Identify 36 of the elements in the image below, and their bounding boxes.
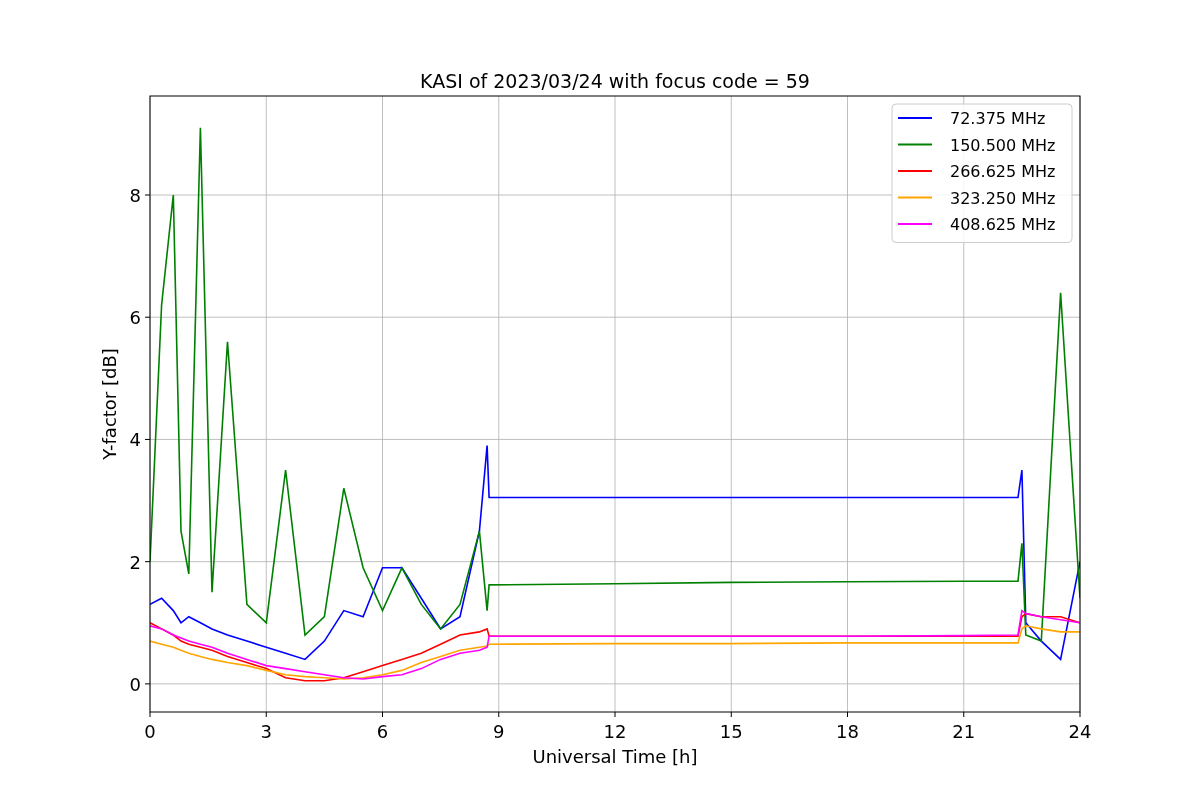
tick-mark — [144, 683, 151, 685]
legend-label: 266.625 MHz — [950, 162, 1056, 181]
tick-mark — [265, 711, 267, 718]
tick-mark — [730, 711, 732, 718]
tick-mark — [847, 711, 848, 718]
x-tick-label: 12 — [603, 721, 627, 742]
x-tick-label: 3 — [260, 721, 272, 742]
tick-mark — [144, 194, 151, 196]
tick-mark — [144, 561, 151, 563]
x-tick-label: 9 — [493, 721, 505, 742]
x-tick-label: 21 — [952, 721, 976, 742]
tick-mark — [1079, 711, 1081, 718]
tick-mark — [963, 711, 965, 718]
y-tick-label: 8 — [129, 185, 141, 206]
x-tick-label: 18 — [836, 721, 859, 742]
x-tick-label: 6 — [376, 721, 389, 742]
y-tick-label: 6 — [129, 307, 141, 329]
x-tick-label: 0 — [144, 721, 156, 742]
tick-mark — [149, 711, 151, 718]
tick-mark — [144, 438, 151, 440]
x-tick-label: 15 — [719, 721, 743, 742]
y-tick-label: 2 — [129, 551, 141, 573]
tick-mark — [382, 711, 383, 718]
x-axis-label: Universal Time [h] — [532, 746, 698, 767]
legend-label: 323.250 MHz — [950, 188, 1056, 208]
tick-mark — [614, 711, 616, 718]
legend-label: 408.625 MHz — [950, 215, 1056, 234]
y-tick-label: 0 — [129, 673, 141, 695]
tick-mark — [498, 711, 500, 718]
y-tick-label: 4 — [129, 429, 141, 451]
x-tick-label: 24 — [1068, 721, 1092, 742]
legend-label: 72.375 MHz — [950, 109, 1046, 128]
y-axis-label: Y-factor [dB] — [99, 348, 120, 460]
legend-label: 150.500 MHz — [950, 135, 1056, 155]
chart-title: KASI of 2023/03/24 with focus code = 59 — [420, 70, 810, 92]
tick-mark — [144, 316, 151, 318]
